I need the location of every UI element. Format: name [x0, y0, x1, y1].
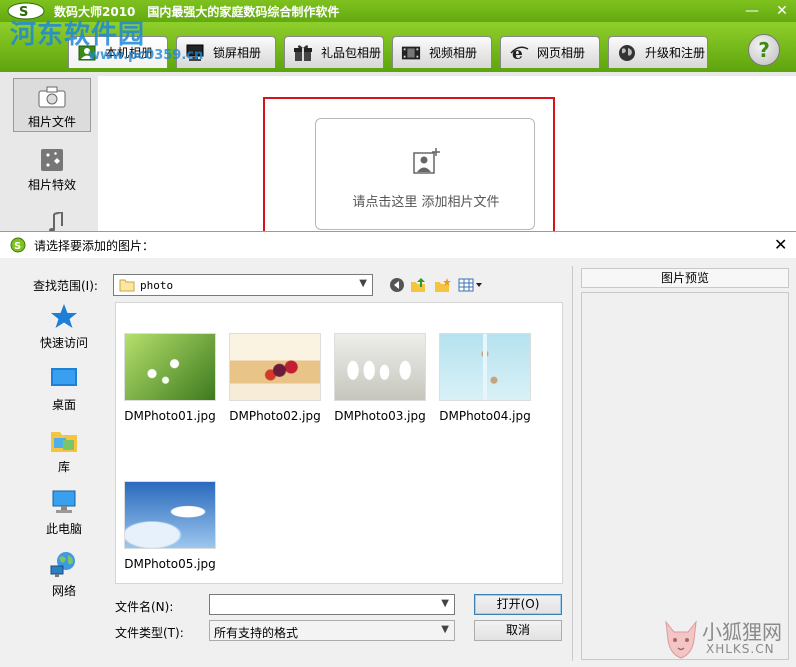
tab-label: 锁屏相册	[213, 46, 262, 60]
place-label: 此电脑	[45, 522, 82, 536]
file-name: DMPhoto02.jpg	[229, 409, 321, 423]
filename-input[interactable]: ▼	[209, 594, 455, 615]
place-label: 网络	[51, 584, 76, 598]
fox-logo-icon	[665, 620, 697, 659]
sidebar-item-label: 相片文件	[27, 115, 76, 129]
dialog-app-icon: S	[10, 237, 26, 253]
cancel-button[interactable]: 取消	[474, 620, 562, 641]
svg-text:S: S	[14, 241, 21, 252]
file-name: DMPhoto03.jpg	[334, 409, 426, 423]
globe-icon	[617, 44, 637, 62]
sidebar-item-photo-effects[interactable]: 相片特效	[13, 142, 91, 196]
file-name: DMPhoto01.jpg	[124, 409, 216, 423]
folder-icon	[119, 279, 135, 292]
file-name: DMPhoto05.jpg	[124, 557, 216, 571]
library-icon	[51, 432, 77, 452]
dialog-title: 请选择要添加的图片：	[34, 239, 155, 253]
corner-watermark: 小狐狸网 XHLKS.CN	[660, 612, 796, 666]
thumbnail-image	[229, 333, 321, 401]
music-icon[interactable]	[48, 212, 64, 232]
thumbnail-image	[124, 481, 216, 549]
preview-label: 图片预览	[581, 268, 789, 288]
file-name: DMPhoto04.jpg	[439, 409, 531, 423]
place-network[interactable]: 网络	[18, 550, 110, 608]
up-folder-icon[interactable]	[410, 276, 428, 294]
dialog-body: 查找范围(I): photo ▼ 快速访问 桌面 库 此电脑 网络 DMPhot…	[0, 258, 796, 667]
tab-label: 视频相册	[429, 46, 478, 60]
look-in-label: 查找范围(I):	[33, 279, 98, 293]
open-button[interactable]: 打开(O)	[474, 594, 562, 615]
thumbnail-image	[334, 333, 426, 401]
place-label: 库	[57, 460, 70, 474]
place-label: 桌面	[51, 398, 76, 412]
place-desktop[interactable]: 桌面	[18, 364, 110, 422]
chevron-down-icon: ▼	[441, 624, 449, 635]
minimize-button[interactable]: —	[742, 1, 762, 21]
sidebar-item-label: 相片特效	[27, 178, 76, 192]
gift-icon	[293, 44, 313, 62]
place-this-pc[interactable]: 此电脑	[18, 488, 110, 546]
back-icon[interactable]	[388, 276, 406, 294]
network-icon	[50, 552, 75, 577]
open-file-dialog: S 请选择要添加的图片： ✕ 查找范围(I): photo ▼ 快速访问 桌面 …	[0, 231, 796, 667]
chevron-down-icon: ▼	[359, 278, 367, 289]
tab-gift-album[interactable]: 礼品包相册	[284, 36, 384, 68]
close-button[interactable]: ✕	[772, 1, 792, 21]
filetype-select[interactable]: 所有支持的格式 ▼	[209, 620, 455, 641]
place-quick-access[interactable]: 快速访问	[18, 302, 110, 360]
tab-label: 升级和注册	[645, 46, 706, 60]
filename-label: 文件名(N):	[115, 600, 174, 614]
watermark-text: 河东软件园	[10, 20, 146, 50]
star-icon	[51, 304, 77, 328]
film-icon	[401, 44, 421, 62]
tab-web-album[interactable]: e 网页相册	[500, 36, 600, 68]
watermark-url: www.pc0359.cn	[88, 48, 204, 63]
tab-label: 礼品包相册	[321, 46, 382, 60]
filetype-label: 文件类型(T):	[115, 626, 184, 640]
corner-watermark-domain: XHLKS.CN	[706, 642, 775, 656]
dialog-close-button[interactable]: ✕	[774, 235, 787, 254]
help-button[interactable]: ?	[748, 34, 780, 66]
places-bar: 快速访问 桌面 库 此电脑 网络	[18, 302, 110, 602]
file-item[interactable]: DMPhoto03.jpg	[330, 333, 430, 433]
file-item[interactable]: DMPhoto01.jpg	[120, 333, 220, 433]
file-item[interactable]: DMPhoto04.jpg	[435, 333, 535, 433]
thumbnail-image	[439, 333, 531, 401]
view-menu-icon[interactable]	[458, 276, 484, 294]
place-library[interactable]: 库	[18, 426, 110, 484]
look-in-select[interactable]: photo ▼	[113, 274, 373, 296]
computer-icon	[52, 490, 76, 513]
look-in-value: photo	[140, 279, 174, 292]
tab-upgrade-register[interactable]: 升级和注册	[608, 36, 708, 68]
tab-video-album[interactable]: 视频相册	[392, 36, 492, 68]
sidebar-item-photo-files[interactable]: 相片文件	[13, 78, 91, 132]
preview-area	[581, 292, 789, 660]
place-label: 快速访问	[39, 336, 88, 350]
camera-icon	[38, 86, 66, 108]
effects-icon	[41, 149, 63, 171]
file-list: DMPhoto01.jpg DMPhoto02.jpg DMPhoto03.jp…	[115, 302, 563, 584]
corner-watermark-title: 小狐狸网	[702, 620, 782, 644]
filetype-value: 所有支持的格式	[214, 626, 299, 640]
sidebar: 相片文件 相片特效	[8, 76, 94, 232]
dialog-titlebar: S 请选择要添加的图片： ✕	[0, 232, 796, 258]
file-item[interactable]: DMPhoto05.jpg	[120, 481, 220, 581]
chevron-down-icon: ▼	[441, 598, 449, 609]
ie-icon: e	[509, 44, 529, 62]
highlight-annotation-box	[263, 97, 555, 233]
tab-label: 网页相册	[537, 46, 586, 60]
file-item[interactable]: DMPhoto02.jpg	[225, 333, 325, 433]
preview-divider	[572, 266, 573, 661]
desktop-icon	[51, 368, 77, 386]
new-folder-icon[interactable]	[434, 276, 452, 294]
thumbnail-image	[124, 333, 216, 401]
